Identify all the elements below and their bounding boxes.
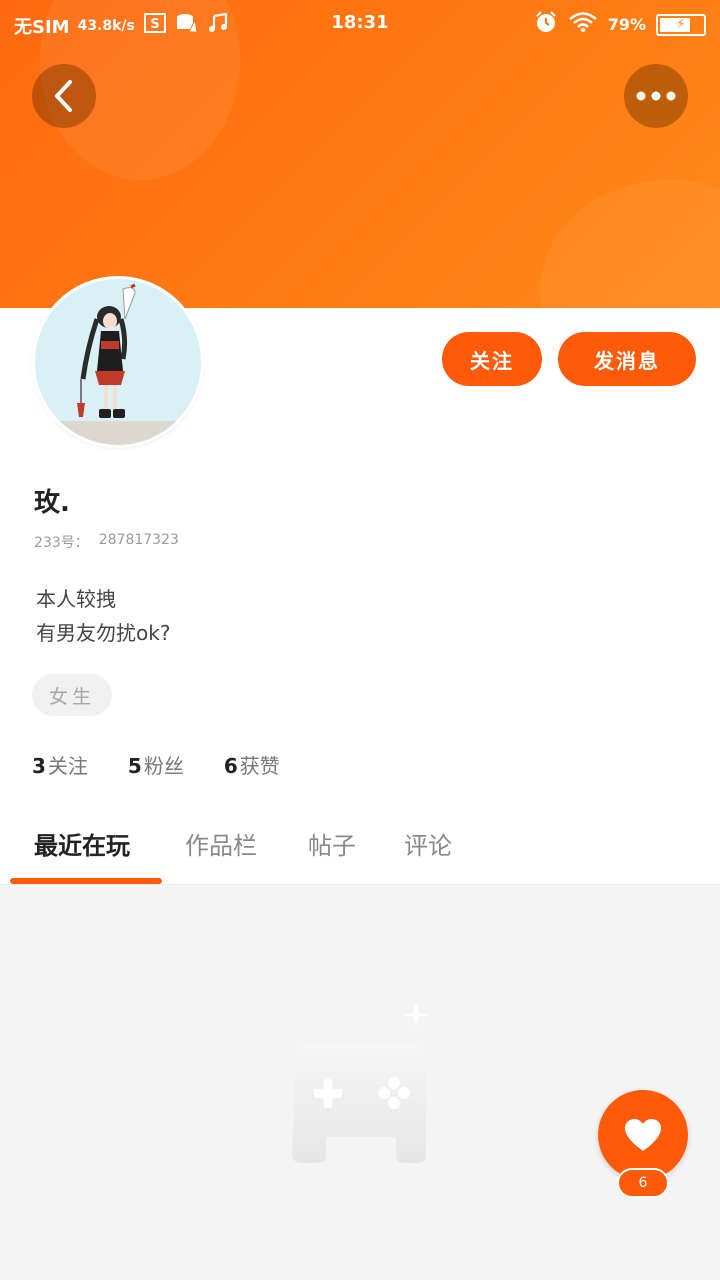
send-message-button[interactable]: 发消息 [558, 332, 696, 386]
heart-icon [625, 1119, 661, 1151]
bio: 本人较拽 有男友勿扰ok? [36, 582, 170, 650]
tab-works[interactable]: 作品栏 [185, 826, 257, 861]
username: 玫. [34, 488, 70, 518]
gamepad-icon [286, 995, 436, 1174]
battery-percent-text: 79% [607, 15, 646, 34]
bio-line: 有男友勿扰ok? [36, 621, 171, 645]
status-bar: 无SIM 43.8k/s S 18:31 79% ⚡ [0, 0, 720, 50]
profile-tabs: 最近在玩 作品栏 帖子 评论 [0, 820, 720, 884]
alarm-icon [534, 10, 558, 39]
bio-line: 本人较拽 [36, 587, 116, 611]
banner-decoration [540, 180, 720, 308]
chevron-left-icon [55, 80, 72, 112]
profile-header-banner: 无SIM 43.8k/s S 18:31 79% ⚡ [0, 0, 720, 308]
gender-tag: 女生 [32, 674, 112, 716]
tab-comments[interactable]: 评论 [404, 826, 452, 861]
avatar[interactable] [35, 279, 201, 445]
back-button[interactable] [32, 64, 96, 128]
following-stat[interactable]: 3 关注 [32, 750, 88, 779]
more-dots-icon [636, 91, 676, 101]
user-id-label: 233号： [34, 535, 89, 551]
profile-stats: 3 关注 5 粉丝 6 获赞 [32, 750, 280, 779]
tab-posts[interactable]: 帖子 [308, 826, 356, 861]
battery-icon: ⚡ [656, 13, 706, 36]
fans-stat[interactable]: 5 粉丝 [128, 750, 184, 779]
more-options-button[interactable] [624, 64, 688, 128]
like-fab-button[interactable] [598, 1090, 688, 1180]
user-id-value: 287817323 [98, 532, 179, 548]
like-count-badge: 6 [617, 1168, 669, 1198]
follow-button[interactable]: 关注 [442, 332, 542, 386]
tab-recently-played[interactable]: 最近在玩 [34, 826, 130, 861]
user-id: 233号： 287817323 [34, 532, 179, 552]
likes-stat: 6 获赞 [223, 754, 280, 778]
wifi-icon [568, 11, 598, 38]
